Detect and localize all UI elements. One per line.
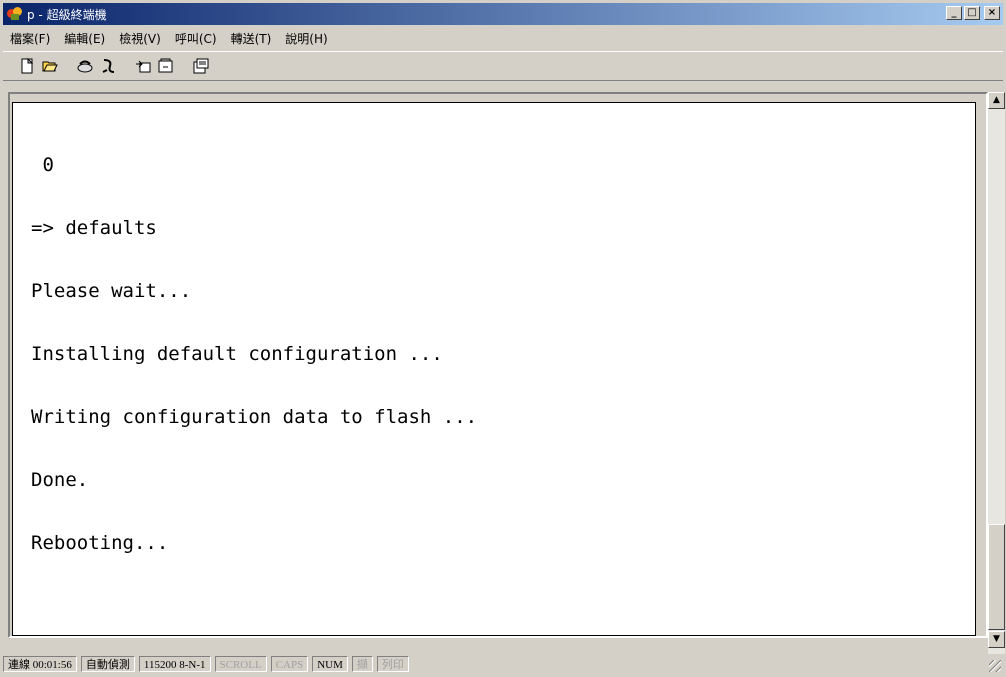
scroll-down-icon[interactable]: ▼ [988, 631, 1005, 648]
close-button[interactable]: × [984, 6, 1000, 20]
menu-help[interactable]: 說明(H) [278, 30, 334, 47]
terminal-line: Writing configuration data to flash ... [31, 406, 478, 428]
status-print: 列印 [376, 656, 409, 672]
status-capture: 擷 [351, 656, 373, 672]
connect-icon[interactable] [73, 55, 96, 77]
terminal-line: Done. [31, 469, 89, 491]
terminal-output[interactable]: 0 => defaults Please wait... Installing … [12, 102, 976, 636]
window-title: p - 超級終端機 [27, 7, 107, 22]
vertical-scrollbar[interactable]: ▲ ▼ [988, 92, 1005, 654]
status-num: NUM [312, 656, 348, 672]
menu-transfer[interactable]: 轉送(T) [224, 30, 279, 47]
hyperterminal-window: p - 超級終端機 _ □ × 檔案(F) 編輯(E) 檢視(V) 呼叫(C) … [0, 0, 1006, 677]
minimize-button[interactable]: _ [946, 6, 962, 20]
terminal-line: => defaults [31, 217, 157, 239]
terminal-line: Please wait... [31, 280, 192, 302]
menu-edit[interactable]: 編輯(E) [57, 30, 112, 47]
status-bar: 連線 00:01:56 自動偵測 115200 8-N-1 SCROLL CAP… [3, 654, 1003, 674]
terminal-line: 0 [31, 154, 54, 176]
menu-file[interactable]: 檔案(F) [3, 30, 57, 47]
menu-view[interactable]: 檢視(V) [112, 30, 168, 47]
status-port-settings: 115200 8-N-1 [138, 656, 211, 672]
disconnect-icon[interactable] [96, 55, 119, 77]
terminal-line: Rebooting... [31, 532, 169, 554]
send-icon[interactable] [131, 55, 154, 77]
properties-icon[interactable] [189, 55, 212, 77]
open-icon[interactable] [38, 55, 61, 77]
menu-call[interactable]: 呼叫(C) [168, 30, 224, 47]
status-scroll: SCROLL [214, 656, 267, 672]
maximize-button[interactable]: □ [964, 6, 980, 20]
toolbar [3, 51, 1003, 81]
status-connection-time: 連線 00:01:56 [3, 656, 77, 672]
new-icon[interactable] [15, 55, 38, 77]
scroll-up-icon[interactable]: ▲ [988, 92, 1005, 109]
status-detect: 自動偵測 [80, 656, 135, 672]
receive-icon[interactable] [154, 55, 177, 77]
title-bar[interactable]: p - 超級終端機 _ □ × [3, 3, 1003, 25]
app-icon [7, 6, 23, 22]
menu-bar: 檔案(F) 編輯(E) 檢視(V) 呼叫(C) 轉送(T) 說明(H) [3, 27, 1003, 49]
status-caps: CAPS [270, 656, 309, 672]
scroll-thumb[interactable] [988, 524, 1005, 630]
terminal-line: Installing default configuration ... [31, 343, 443, 365]
resize-grip-icon[interactable] [989, 660, 1001, 672]
